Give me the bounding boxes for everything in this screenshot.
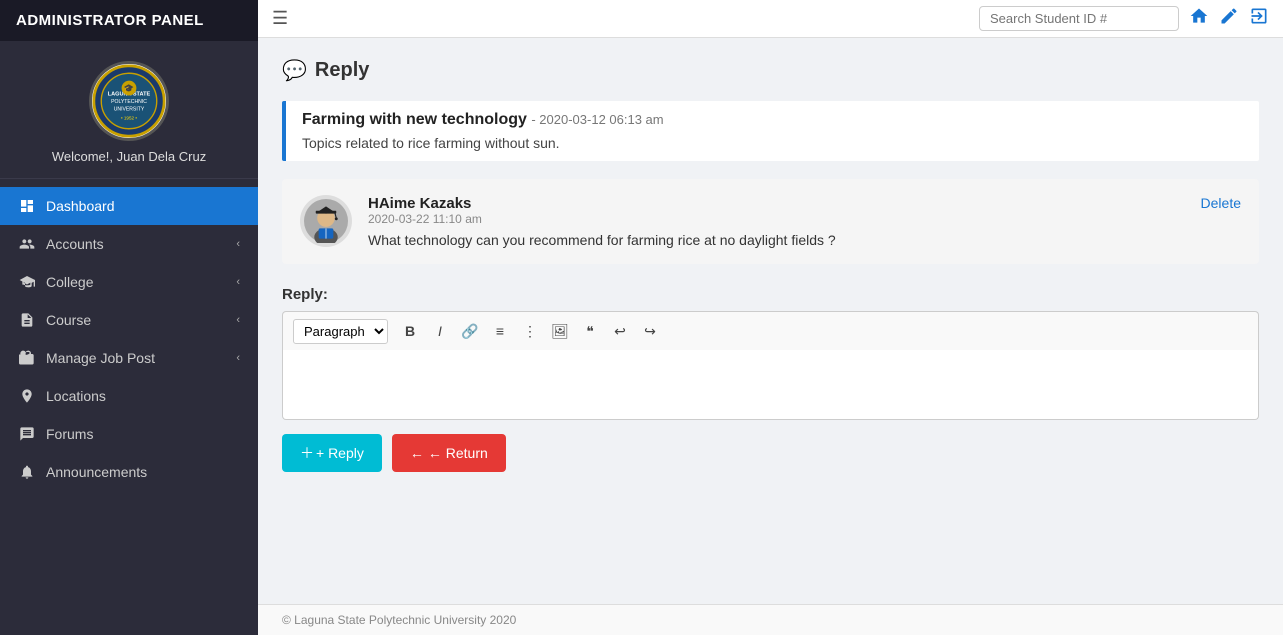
sidebar-label-college: College bbox=[46, 274, 93, 290]
sidebar-item-locations[interactable]: Locations bbox=[0, 377, 258, 415]
footer: © Laguna State Polytechnic University 20… bbox=[258, 604, 1283, 635]
comment-text: What technology can you recommend for fa… bbox=[368, 232, 1185, 248]
undo-button[interactable]: ↩ bbox=[606, 318, 634, 344]
logout-icon[interactable] bbox=[1249, 6, 1269, 31]
sidebar-profile: LAGUNA STATE POLYTECHNIC UNIVERSITY • 19… bbox=[0, 41, 258, 179]
course-icon bbox=[18, 311, 36, 329]
post-body: Topics related to rice farming without s… bbox=[302, 135, 1243, 151]
image-button[interactable]: 🖼 bbox=[546, 318, 574, 344]
reply-form-label: Reply: bbox=[282, 286, 1259, 303]
sidebar-item-college[interactable]: College ‹ bbox=[0, 263, 258, 301]
topbar-icons bbox=[1189, 6, 1269, 31]
edit-icon[interactable] bbox=[1219, 6, 1239, 31]
reply-button[interactable]: ＋ + Reply bbox=[282, 434, 382, 472]
chevron-accounts: ‹ bbox=[236, 238, 240, 250]
return-button[interactable]: ← ← Return bbox=[392, 434, 506, 472]
chat-icon: 💬 bbox=[282, 58, 307, 83]
chevron-college: ‹ bbox=[236, 276, 240, 288]
plus-icon: ＋ bbox=[300, 443, 314, 463]
college-icon bbox=[18, 273, 36, 291]
sidebar: ADMINISTRATOR PANEL LAGUNA STATE POLYTEC… bbox=[0, 0, 258, 635]
svg-text:POLYTECHNIC: POLYTECHNIC bbox=[111, 99, 147, 105]
avatar: LAGUNA STATE POLYTECHNIC UNIVERSITY • 19… bbox=[89, 61, 169, 141]
forums-icon bbox=[18, 425, 36, 443]
hamburger-icon[interactable]: ☰ bbox=[272, 8, 288, 29]
svg-text:🎓: 🎓 bbox=[124, 83, 134, 93]
bold-button[interactable]: B bbox=[396, 318, 424, 344]
chevron-job: ‹ bbox=[236, 352, 240, 364]
post-date: - 2020-03-12 06:13 am bbox=[531, 112, 663, 127]
sidebar-item-forums[interactable]: Forums bbox=[0, 415, 258, 453]
post-block: Farming with new technology - 2020-03-12… bbox=[282, 101, 1259, 161]
comment-date: 2020-03-22 11:10 am bbox=[368, 212, 1185, 226]
dashboard-icon bbox=[18, 197, 36, 215]
editor-toolbar: Paragraph B I 🔗 ≡ ⋮ 🖼 ❝ ↩ ↪ bbox=[282, 311, 1259, 350]
topbar: ☰ bbox=[258, 0, 1283, 38]
action-buttons: ＋ + Reply ← ← Return bbox=[282, 434, 1259, 472]
sidebar-item-accounts[interactable]: Accounts ‹ bbox=[0, 225, 258, 263]
ordered-list-button[interactable]: ⋮ bbox=[516, 318, 544, 344]
home-icon[interactable] bbox=[1189, 6, 1209, 31]
reply-editor[interactable] bbox=[282, 350, 1259, 420]
delete-button[interactable]: Delete bbox=[1201, 195, 1241, 211]
sidebar-label-locations: Locations bbox=[46, 388, 106, 404]
arrow-left-icon: ← bbox=[410, 445, 424, 461]
sidebar-item-course[interactable]: Course ‹ bbox=[0, 301, 258, 339]
redo-button[interactable]: ↪ bbox=[636, 318, 664, 344]
accounts-icon bbox=[18, 235, 36, 253]
sidebar-label-course: Course bbox=[46, 312, 91, 328]
sidebar-item-manage-job-post[interactable]: Manage Job Post ‹ bbox=[0, 339, 258, 377]
announcements-icon bbox=[18, 463, 36, 481]
link-button[interactable]: 🔗 bbox=[456, 318, 484, 344]
search-input[interactable] bbox=[979, 6, 1179, 31]
job-icon bbox=[18, 349, 36, 367]
sidebar-label-manage-job-post: Manage Job Post bbox=[46, 350, 155, 366]
sidebar-nav: Dashboard Accounts ‹ College ‹ bbox=[0, 179, 258, 499]
comment-avatar bbox=[300, 195, 352, 247]
format-select[interactable]: Paragraph bbox=[293, 319, 388, 344]
sidebar-welcome: Welcome!, Juan Dela Cruz bbox=[52, 149, 206, 164]
sidebar-item-announcements[interactable]: Announcements bbox=[0, 453, 258, 491]
sidebar-item-dashboard[interactable]: Dashboard bbox=[0, 187, 258, 225]
blockquote-button[interactable]: ❝ bbox=[576, 318, 604, 344]
comment-block: HAime Kazaks 2020-03-22 11:10 am What te… bbox=[282, 179, 1259, 264]
sidebar-label-announcements: Announcements bbox=[46, 464, 147, 480]
comment-author: HAime Kazaks bbox=[368, 195, 1185, 212]
sidebar-title: ADMINISTRATOR PANEL bbox=[0, 0, 258, 41]
unordered-list-button[interactable]: ≡ bbox=[486, 318, 514, 344]
svg-text:• 1952 •: • 1952 • bbox=[121, 116, 137, 121]
italic-button[interactable]: I bbox=[426, 318, 454, 344]
page-content: 💬 Reply Farming with new technology - 20… bbox=[258, 38, 1283, 604]
sidebar-label-accounts: Accounts bbox=[46, 236, 104, 252]
comment-body: HAime Kazaks 2020-03-22 11:10 am What te… bbox=[368, 195, 1185, 248]
svg-text:UNIVERSITY: UNIVERSITY bbox=[114, 106, 145, 112]
locations-icon bbox=[18, 387, 36, 405]
main-area: ☰ 💬 Reply Farming with new technology - bbox=[258, 0, 1283, 635]
chevron-course: ‹ bbox=[236, 314, 240, 326]
sidebar-label-forums: Forums bbox=[46, 426, 93, 442]
page-title: 💬 Reply bbox=[282, 58, 1259, 83]
sidebar-label-dashboard: Dashboard bbox=[46, 198, 115, 214]
post-title: Farming with new technology - 2020-03-12… bbox=[302, 111, 1243, 129]
